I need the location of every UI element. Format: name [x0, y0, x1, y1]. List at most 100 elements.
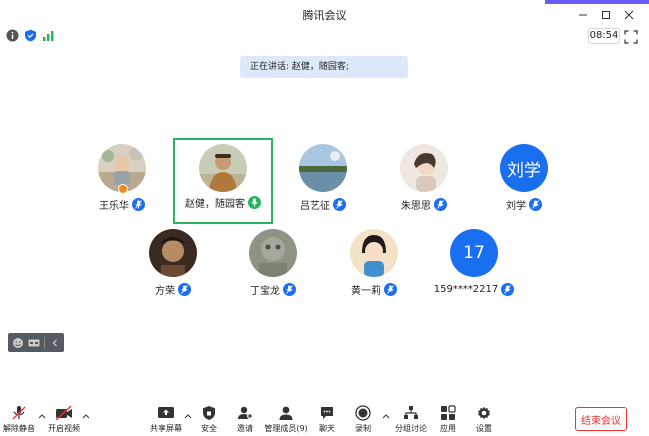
fullscreen-button[interactable] — [624, 29, 638, 44]
invite-label: 邀请 — [237, 424, 253, 433]
participant-name: 丁宝龙 — [250, 285, 280, 297]
record-options-caret[interactable] — [382, 412, 390, 420]
video-button[interactable]: 开启视频 — [48, 404, 80, 436]
participant-name: 159****2217 — [433, 283, 499, 295]
mic-muted-icon — [501, 282, 515, 296]
avatar — [249, 229, 297, 277]
participant-name: 吕艺征 — [300, 200, 330, 212]
info-button[interactable] — [6, 29, 19, 42]
chevron-up-icon — [184, 414, 192, 419]
members-icon — [279, 406, 293, 420]
signal-icon — [43, 31, 54, 41]
invite-button[interactable]: 邀请 — [235, 404, 255, 436]
participant-tile[interactable]: 丁宝龙 — [223, 225, 323, 311]
members-label: 管理成员(9) — [264, 424, 308, 433]
participant-tile[interactable]: 刘学 刘学 — [474, 140, 574, 226]
video-options-caret[interactable] — [82, 412, 90, 420]
window-title: 腾讯会议 — [302, 9, 347, 22]
avatar — [199, 144, 247, 192]
speaking-indicator: 正在讲话: 赵健，随园客; — [240, 56, 408, 78]
maximize-button[interactable] — [595, 6, 617, 24]
mute-label: 解除静音 — [3, 424, 35, 433]
participant-tile[interactable]: 黄一莉 — [324, 225, 424, 311]
participant-tile-active[interactable]: 赵健，随园客 — [173, 138, 273, 224]
mic-off-icon — [12, 406, 26, 420]
minimize-icon — [579, 14, 587, 16]
record-icon — [355, 405, 371, 421]
chevron-up-icon — [38, 414, 46, 419]
avatar — [350, 229, 398, 277]
record-label: 录制 — [355, 424, 371, 433]
mute-options-caret[interactable] — [38, 412, 46, 420]
gear-icon — [478, 406, 490, 420]
close-button[interactable] — [618, 6, 640, 24]
share-screen-button[interactable]: 共享屏幕 — [150, 404, 182, 436]
participant-name: 方荣 — [155, 285, 175, 297]
avatar — [149, 229, 197, 277]
chevron-up-icon — [82, 414, 90, 419]
apps-button[interactable]: 应用 — [438, 404, 458, 436]
record-button[interactable]: 录制 — [353, 404, 373, 436]
host-badge — [118, 184, 128, 194]
apps-label: 应用 — [440, 424, 456, 433]
reaction-button[interactable] — [12, 337, 24, 349]
caption-icon — [28, 339, 40, 346]
photo-man-image — [199, 144, 247, 192]
participant-name: 刘学 — [506, 200, 526, 212]
participant-tile[interactable]: 朱思思 — [374, 140, 474, 226]
mic-muted-icon — [529, 197, 542, 211]
participant-name: 王乐华 — [99, 200, 129, 212]
settings-label: 设置 — [476, 424, 492, 433]
info-icon — [6, 29, 19, 42]
apps-icon — [441, 405, 456, 420]
emoji-icon — [13, 337, 23, 348]
chat-button[interactable]: 聊天 — [317, 404, 337, 436]
status-bar: 08:54 — [0, 26, 649, 46]
mic-icon — [132, 197, 145, 211]
network-status-button[interactable] — [42, 29, 55, 42]
divider — [44, 336, 45, 349]
mic-muted-icon — [434, 197, 447, 211]
participant-tile[interactable]: 王乐华 — [72, 140, 172, 226]
breakout-rooms-button[interactable]: 分组讨论 — [395, 404, 427, 436]
breakout-icon — [404, 406, 418, 419]
avatar — [299, 144, 347, 192]
participant-tile[interactable]: 17 159****2217 — [424, 225, 524, 311]
avatar-initials: 刘学 — [507, 160, 541, 181]
caption-button[interactable] — [28, 337, 40, 349]
shield-icon — [203, 406, 215, 420]
participant-name: 黄一莉 — [351, 285, 381, 297]
mic-muted-icon — [178, 282, 191, 296]
photo-cartoon-image — [350, 229, 398, 277]
mute-button[interactable]: 解除静音 — [3, 404, 35, 436]
share-options-caret[interactable] — [184, 412, 192, 420]
close-icon — [624, 10, 634, 20]
end-meeting-button[interactable]: 结束会议 — [575, 407, 627, 431]
collapse-button[interactable] — [49, 337, 61, 349]
security-status-button[interactable] — [24, 29, 37, 42]
video-label: 开启视频 — [48, 424, 80, 433]
chevron-up-icon — [382, 414, 390, 419]
participant-tile[interactable]: 吕艺征 — [273, 140, 373, 226]
manage-members-button[interactable]: 管理成员(9) — [264, 404, 308, 436]
mic-muted-icon — [283, 282, 296, 296]
minimize-button[interactable] — [572, 6, 594, 24]
share-screen-icon — [158, 407, 174, 418]
participant-name: 朱思思 — [401, 200, 431, 212]
photo-girl-image — [400, 144, 448, 192]
chat-label: 聊天 — [319, 424, 335, 433]
chevron-left-icon — [52, 339, 57, 346]
breakout-label: 分组讨论 — [395, 424, 427, 433]
chat-icon — [321, 407, 333, 419]
title-bar: 腾讯会议 — [0, 4, 649, 26]
share-label: 共享屏幕 — [150, 424, 182, 433]
add-user-icon — [238, 406, 253, 419]
settings-button[interactable]: 设置 — [474, 404, 494, 436]
video-off-icon — [55, 405, 72, 421]
avatar: 刘学 — [500, 144, 548, 192]
photo-statue-image — [249, 229, 297, 277]
participant-name: 赵健，随园客 — [185, 198, 245, 210]
security-button[interactable]: 安全 — [199, 404, 219, 436]
participant-tile[interactable]: 方荣 — [123, 225, 223, 311]
maximize-icon — [602, 11, 610, 19]
